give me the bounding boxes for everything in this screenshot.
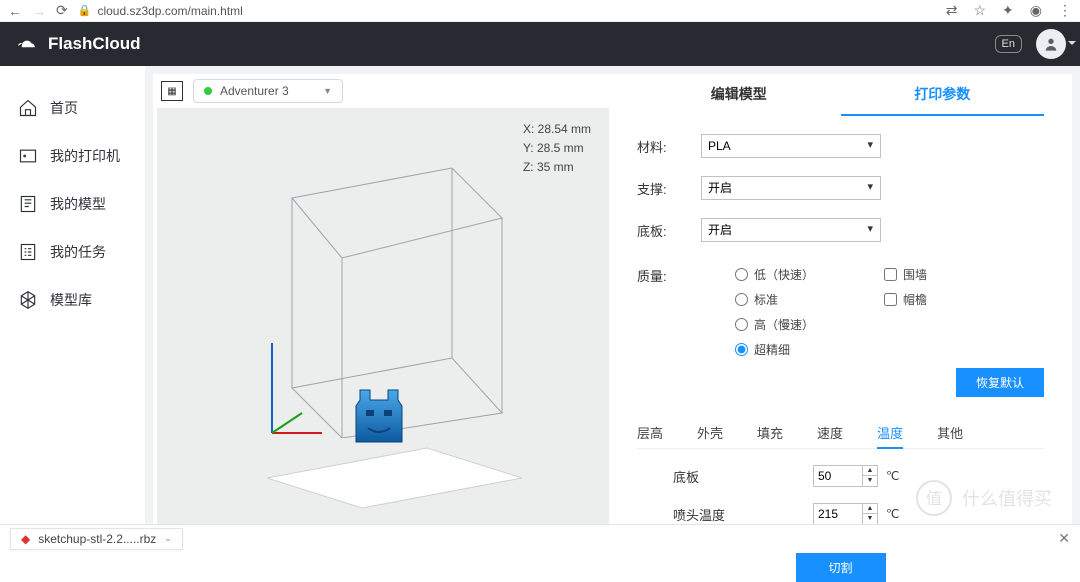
- user-avatar[interactable]: [1036, 29, 1066, 59]
- sidebar-item-label: 模型库: [50, 290, 92, 310]
- model-preview-icon: [352, 388, 407, 448]
- online-indicator-icon: [204, 87, 212, 95]
- file-icon: ◆: [21, 532, 30, 546]
- viewport-3d[interactable]: X: 28.54 mm Y: 28.5 mm Z: 35 mm: [157, 108, 609, 530]
- app-header: FlashCloud En: [0, 22, 1080, 66]
- subtab-temperature[interactable]: 温度: [877, 423, 903, 449]
- raft-temp-input[interactable]: [813, 465, 863, 487]
- subtab-infill[interactable]: 填充: [757, 423, 783, 442]
- raft-select[interactable]: 开启: [701, 218, 881, 242]
- chevron-down-icon: ⌄: [164, 533, 172, 544]
- settings-panel: 编辑模型 打印参数 材料: PLA 支撑: 开启 底板: 开启 质量:: [613, 74, 1072, 534]
- sidebar-item-label: 我的任务: [50, 242, 106, 262]
- material-select[interactable]: PLA: [701, 134, 881, 158]
- brand[interactable]: FlashCloud: [14, 33, 141, 56]
- step-down-icon: ▼: [863, 476, 877, 486]
- sidebar: 首页 我的打印机 我的模型 我的任务 模型库: [0, 66, 145, 524]
- sidebar-item-models[interactable]: 我的模型: [0, 180, 145, 228]
- quality-high[interactable]: 高（慢速）: [735, 316, 814, 333]
- material-label: 材料:: [637, 137, 701, 156]
- lock-icon: 🔒: [78, 4, 92, 17]
- raft-temp-stepper[interactable]: ▲▼: [863, 465, 878, 487]
- wall-checkbox[interactable]: 围墙: [884, 266, 927, 283]
- printer-name: Adventurer 3: [220, 84, 289, 98]
- quality-standard[interactable]: 标准: [735, 291, 814, 308]
- quality-radio-group: 低（快速） 标准 高（慢速） 超精细: [735, 266, 814, 358]
- svg-text:什么值得买: 什么值得买: [962, 489, 1052, 509]
- reload-icon[interactable]: ⟳: [56, 2, 68, 19]
- nozzle-temp-input[interactable]: [813, 503, 863, 525]
- subtab-layer[interactable]: 层高: [637, 423, 663, 442]
- brim-checkbox[interactable]: 帽檐: [884, 291, 927, 308]
- support-select[interactable]: 开启: [701, 176, 881, 200]
- forward-icon[interactable]: →: [32, 3, 46, 19]
- profile-icon[interactable]: ◉: [1030, 2, 1042, 19]
- back-icon[interactable]: ←: [8, 3, 22, 19]
- language-button[interactable]: En: [995, 35, 1022, 53]
- svg-text:值: 值: [926, 490, 942, 508]
- brand-text: FlashCloud: [48, 34, 141, 54]
- step-up-icon: ▲: [863, 504, 877, 514]
- cloud-icon: [14, 33, 40, 56]
- chevron-down-icon: ▼: [323, 86, 332, 96]
- quality-label: 质量:: [637, 266, 701, 358]
- bookmark-icon[interactable]: ☆: [973, 2, 986, 19]
- tab-edit-model[interactable]: 编辑模型: [637, 74, 841, 116]
- download-item[interactable]: ◆ sketchup-stl-2.2.....rbz ⌄: [10, 528, 183, 550]
- subtab-shell[interactable]: 外壳: [697, 423, 723, 442]
- support-label: 支撑:: [637, 179, 701, 198]
- sidebar-item-label: 首页: [50, 98, 78, 118]
- translate-icon[interactable]: ⇄: [946, 2, 958, 19]
- extension-icon[interactable]: ✦: [1002, 2, 1014, 19]
- raft-label: 底板:: [637, 221, 701, 240]
- sidebar-item-label: 我的模型: [50, 194, 106, 214]
- restore-defaults-button[interactable]: 恢复默认: [956, 368, 1044, 397]
- quality-low[interactable]: 低（快速）: [735, 266, 814, 283]
- menu-icon[interactable]: ⋮: [1058, 2, 1072, 19]
- printer-selector[interactable]: Adventurer 3 ▼: [193, 79, 343, 103]
- download-bar: ◆ sketchup-stl-2.2.....rbz ⌄ ✕: [0, 524, 1080, 552]
- step-down-icon: ▼: [863, 514, 877, 524]
- url-text: cloud.sz3dp.com/main.html: [97, 4, 242, 18]
- dimension-readout: X: 28.54 mm Y: 28.5 mm Z: 35 mm: [523, 120, 591, 178]
- unit-label: ℃: [886, 469, 899, 483]
- viewport-toolbar: ▦ Adventurer 3 ▼: [153, 74, 613, 108]
- subtab-speed[interactable]: 速度: [817, 423, 843, 442]
- unit-label: ℃: [886, 507, 899, 521]
- view-grid-button[interactable]: ▦: [161, 81, 183, 101]
- sidebar-item-library[interactable]: 模型库: [0, 276, 145, 324]
- nozzle-temp-stepper[interactable]: ▲▼: [863, 503, 878, 525]
- close-icon[interactable]: ✕: [1058, 530, 1070, 547]
- subtab-other[interactable]: 其他: [937, 423, 963, 442]
- step-up-icon: ▲: [863, 466, 877, 476]
- watermark-icon: 值 什么值得买: [914, 478, 1074, 518]
- param-subtabs: 层高 外壳 填充 速度 温度 其他: [637, 423, 1044, 449]
- address-bar[interactable]: 🔒 cloud.sz3dp.com/main.html: [78, 4, 243, 18]
- raft-temp-label: 底板: [673, 467, 813, 486]
- browser-chrome: ← → ⟳ 🔒 cloud.sz3dp.com/main.html ⇄ ☆ ✦ …: [0, 0, 1080, 22]
- quality-ultra[interactable]: 超精细: [735, 341, 814, 358]
- download-filename: sketchup-stl-2.2.....rbz: [38, 532, 156, 546]
- slice-button[interactable]: 切割: [796, 553, 886, 582]
- nozzle-temp-label: 喷头温度: [673, 505, 813, 524]
- sidebar-item-home[interactable]: 首页: [0, 84, 145, 132]
- sidebar-item-printers[interactable]: 我的打印机: [0, 132, 145, 180]
- sidebar-item-tasks[interactable]: 我的任务: [0, 228, 145, 276]
- sidebar-item-label: 我的打印机: [50, 146, 120, 166]
- tab-print-params[interactable]: 打印参数: [841, 74, 1045, 116]
